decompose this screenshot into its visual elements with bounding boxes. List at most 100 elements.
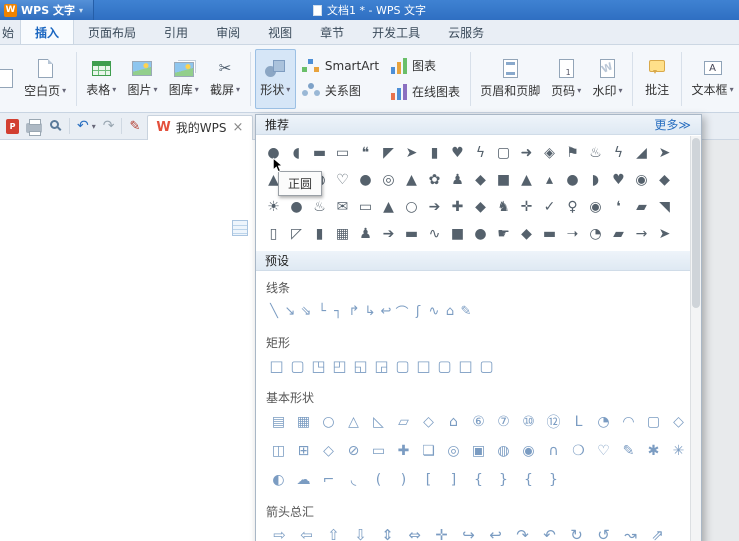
basic-shape-icon[interactable]: ✱ (641, 438, 666, 463)
basic-shape-icon[interactable]: ❍ (566, 438, 591, 463)
basic-shape-icon[interactable]: ◇ (316, 438, 341, 463)
basic-shape-icon[interactable]: ◍ (491, 438, 516, 463)
basic-shape-icon[interactable]: ⑥ (466, 409, 491, 434)
header-footer-button[interactable]: 页眉和页脚 (475, 49, 545, 109)
arrow-shape-icon[interactable]: ⇗ (644, 523, 671, 541)
basic-shape-icon[interactable]: ▢ (641, 409, 666, 434)
shape-icon[interactable]: ▦ (331, 220, 354, 247)
basic-shape-icon[interactable]: ⊞ (291, 438, 316, 463)
shape-icon[interactable]: ◆ (515, 220, 538, 247)
print-preview-icon[interactable] (50, 120, 59, 129)
basic-shape-icon[interactable]: ◉ (516, 438, 541, 463)
line-shape-icon[interactable]: ⌂ (442, 299, 458, 323)
basic-shape-icon[interactable]: ▤ (266, 409, 291, 434)
shape-icon[interactable]: ✉ (331, 193, 354, 220)
line-shape-icon[interactable]: ↘ (282, 299, 298, 323)
basic-shape-icon[interactable]: ◺ (366, 409, 391, 434)
rectangle-shape-icon[interactable]: ▢ (392, 354, 413, 378)
rectangle-shape-icon[interactable]: ◰ (329, 354, 350, 378)
basic-shape-icon[interactable]: { (466, 467, 491, 492)
arrow-shape-icon[interactable]: ⇧ (320, 523, 347, 541)
shape-icon[interactable]: ◉ (630, 166, 653, 193)
shape-icon[interactable]: ◆ (469, 166, 492, 193)
shape-icon[interactable]: ❝ (354, 139, 377, 166)
arrow-shape-icon[interactable]: ⇨ (266, 523, 293, 541)
line-shape-icon[interactable]: ʃ (410, 299, 426, 323)
rectangle-shape-icon[interactable]: ▢ (287, 354, 308, 378)
basic-shape-icon[interactable]: ♡ (591, 438, 616, 463)
line-shape-icon[interactable]: └ (314, 299, 330, 323)
arrow-shape-icon[interactable]: ↪ (455, 523, 482, 541)
table-button[interactable]: 表格▾ (81, 49, 122, 109)
shape-icon[interactable]: ♟ (446, 166, 469, 193)
arrow-shape-icon[interactable]: ↝ (617, 523, 644, 541)
page-number-button[interactable]: 页码▾ (546, 49, 587, 109)
shape-icon[interactable]: ▯ (262, 220, 285, 247)
arrow-shape-icon[interactable]: ↩ (482, 523, 509, 541)
wps-menu-button[interactable]: W WPS 文字 ▾ (0, 0, 94, 20)
cover-page-button[interactable] (0, 49, 19, 109)
rectangle-shape-icon[interactable]: □ (413, 354, 434, 378)
basic-shape-icon[interactable]: ▱ (391, 409, 416, 434)
shape-icon[interactable]: ▲ (515, 166, 538, 193)
panel-scrollbar[interactable] (690, 136, 701, 541)
shape-icon[interactable]: ● (561, 166, 584, 193)
shape-icon[interactable]: ■ (446, 220, 469, 247)
shape-icon[interactable]: ⚑ (561, 139, 584, 166)
tab-home[interactable]: 始 (0, 20, 20, 44)
floating-object-icon[interactable] (232, 220, 248, 236)
shape-icon[interactable]: ϟ (607, 139, 630, 166)
shape-icon[interactable]: ➜ (515, 139, 538, 166)
basic-shape-icon[interactable]: ◔ (591, 409, 616, 434)
rectangle-shape-icon[interactable]: □ (266, 354, 287, 378)
shape-icon[interactable]: ♟ (354, 220, 377, 247)
shape-icon[interactable]: ◔ (584, 220, 607, 247)
shape-icon[interactable]: ➔ (423, 193, 446, 220)
shape-icon[interactable]: ◗ (584, 166, 607, 193)
shape-icon[interactable]: ➔ (377, 220, 400, 247)
arrow-shape-icon[interactable]: ⇕ (374, 523, 401, 541)
basic-shape-icon[interactable]: ⑫ (541, 409, 566, 434)
basic-shape-icon[interactable]: ◇ (666, 409, 691, 434)
shape-icon[interactable]: ♥ (607, 166, 630, 193)
basic-shape-icon[interactable]: ◐ (266, 467, 291, 492)
shape-icon[interactable]: ▮ (423, 139, 446, 166)
shape-icon[interactable]: ▮ (308, 220, 331, 247)
basic-shape-icon[interactable]: ◇ (416, 409, 441, 434)
format-painter-icon[interactable]: ✎ (129, 119, 140, 134)
shape-icon[interactable]: ◸ (285, 220, 308, 247)
shape-icon[interactable]: ■ (492, 166, 515, 193)
shape-icon[interactable]: ◆ (469, 193, 492, 220)
basic-shape-icon[interactable]: ] (441, 467, 466, 492)
tab-cloud[interactable]: 云服务 (434, 20, 498, 44)
shape-icon[interactable]: ✿ (423, 166, 446, 193)
tab-section[interactable]: 章节 (306, 20, 358, 44)
basic-shape-icon[interactable]: } (491, 467, 516, 492)
blank-page-button[interactable]: 空白页▾ (19, 49, 72, 109)
shape-icon[interactable]: ♥ (446, 139, 469, 166)
line-shape-icon[interactable]: ∿ (426, 299, 442, 323)
basic-shape-icon[interactable]: ⌂ (441, 409, 466, 434)
close-icon[interactable]: × (231, 120, 244, 135)
arrow-shape-icon[interactable]: ↺ (590, 523, 617, 541)
line-shape-icon[interactable]: ⇘ (298, 299, 314, 323)
line-shape-icon[interactable]: ⌒ (394, 299, 410, 323)
basic-shape-icon[interactable]: ∩ (541, 438, 566, 463)
shape-icon[interactable]: ● (469, 220, 492, 247)
basic-shape-icon[interactable]: ✎ (616, 438, 641, 463)
shape-icon[interactable]: ➤ (653, 220, 676, 247)
arrow-shape-icon[interactable]: ✛ (428, 523, 455, 541)
basic-shape-icon[interactable]: [ (416, 467, 441, 492)
chart-button[interactable]: 图表 (391, 57, 460, 74)
pdf-export-icon[interactable] (6, 119, 19, 134)
shape-icon[interactable]: ◢ (630, 139, 653, 166)
tab-developer[interactable]: 开发工具 (358, 20, 434, 44)
undo-dropdown-icon[interactable]: ▾ (92, 122, 96, 131)
arrow-shape-icon[interactable]: ↷ (509, 523, 536, 541)
shape-icon[interactable]: ϟ (469, 139, 492, 166)
arrow-shape-icon[interactable]: ⇩ (347, 523, 374, 541)
shape-icon[interactable]: ▴ (538, 166, 561, 193)
shape-icon[interactable]: ▭ (354, 193, 377, 220)
shape-icon[interactable]: ✚ (446, 193, 469, 220)
line-shape-icon[interactable]: ✎ (458, 299, 474, 323)
